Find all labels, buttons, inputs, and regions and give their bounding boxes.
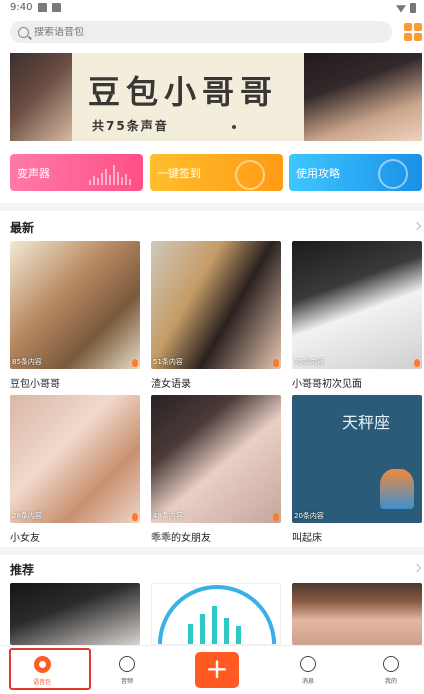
usage-guide-label: 使用攻略 bbox=[296, 166, 340, 180]
flame-icon bbox=[273, 513, 279, 521]
flame-icon bbox=[273, 359, 279, 367]
flame-icon bbox=[132, 359, 138, 367]
app-notification-icon bbox=[52, 3, 61, 12]
wifi-icon bbox=[396, 5, 406, 13]
promo-banner[interactable]: 豆包小哥哥 共75条声音 bbox=[10, 53, 422, 141]
add-button[interactable]: + bbox=[195, 652, 239, 688]
card-title: 叫起床 bbox=[292, 533, 322, 544]
voice-pack-card[interactable] bbox=[151, 583, 281, 645]
card-thumbnail: 35条内容 bbox=[292, 241, 422, 369]
card-thumbnail: 48条内容 bbox=[151, 395, 281, 523]
voice-pack-card[interactable] bbox=[292, 583, 422, 645]
gallery-notification-icon bbox=[38, 3, 47, 12]
section-title-latest: 最新 bbox=[10, 221, 35, 235]
voice-changer-label: 变声器 bbox=[17, 166, 50, 180]
battery-icon bbox=[410, 3, 416, 13]
chevron-right-icon[interactable] bbox=[412, 563, 422, 573]
banner-subtitle: 共75条声音 bbox=[92, 119, 169, 133]
voice-changer-button[interactable]: 变声器 bbox=[10, 154, 143, 191]
card-thumbnail bbox=[292, 583, 422, 645]
card-count: 85条内容 bbox=[12, 358, 42, 366]
daily-sign-in-button[interactable]: 一键签到 bbox=[150, 154, 283, 191]
card-thumbnail bbox=[151, 583, 281, 645]
usage-guide-button[interactable]: 使用攻略 bbox=[289, 154, 422, 191]
status-indicators bbox=[396, 3, 416, 13]
selection-highlight bbox=[9, 648, 91, 690]
nav-profile[interactable]: 我的 bbox=[361, 646, 421, 694]
search-icon bbox=[18, 26, 29, 38]
voice-pack-card[interactable] bbox=[10, 583, 140, 645]
card-thumbnail: 85条内容 bbox=[10, 241, 140, 369]
card-count: 28条内容 bbox=[12, 512, 42, 520]
message-icon bbox=[300, 656, 316, 672]
profile-icon bbox=[383, 656, 399, 672]
card-count: 48条内容 bbox=[153, 512, 183, 520]
voice-pack-card[interactable]: 天秤座 20条内容 叫起床 bbox=[292, 395, 422, 544]
voice-pack-card[interactable]: 48条内容 乖乖的女朋友 bbox=[151, 395, 281, 544]
status-bar: 9:40 bbox=[0, 0, 424, 16]
sound-wave-logo-icon bbox=[158, 585, 276, 644]
card-title: 小哥哥初次见面 bbox=[292, 379, 362, 390]
card-title: 豆包小哥哥 bbox=[10, 379, 60, 390]
thumbnail-text: 天秤座 bbox=[342, 413, 391, 432]
card-title: 渣女语录 bbox=[151, 379, 191, 390]
card-count: 51条内容 bbox=[153, 358, 183, 366]
nav-audio-label: 音频 bbox=[120, 678, 133, 685]
category-grid-icon[interactable] bbox=[404, 23, 422, 41]
chevron-right-icon[interactable] bbox=[412, 221, 422, 231]
card-thumbnail bbox=[10, 583, 140, 645]
card-title: 乖乖的女朋友 bbox=[151, 533, 211, 544]
voice-pack-card[interactable]: 85条内容 豆包小哥哥 bbox=[10, 241, 140, 390]
nav-profile-label: 我的 bbox=[384, 678, 397, 685]
mascot-illustration bbox=[380, 469, 414, 509]
section-divider bbox=[0, 547, 424, 555]
card-count: 20条内容 bbox=[294, 512, 324, 520]
banner-title: 豆包小哥哥 bbox=[88, 73, 279, 111]
nav-messages-label: 消息 bbox=[301, 678, 314, 685]
card-thumbnail: 51条内容 bbox=[151, 241, 281, 369]
coin-icon bbox=[235, 160, 265, 190]
card-thumbnail: 28条内容 bbox=[10, 395, 140, 523]
daily-sign-in-label: 一键签到 bbox=[157, 166, 201, 180]
banner-photo-right bbox=[304, 53, 422, 141]
search-bar[interactable] bbox=[10, 21, 392, 43]
nav-messages[interactable]: 消息 bbox=[278, 646, 338, 694]
audio-icon bbox=[119, 656, 135, 672]
nav-audio[interactable]: 音频 bbox=[97, 646, 157, 694]
status-time: 9:40 bbox=[10, 2, 33, 13]
search-input[interactable] bbox=[34, 26, 334, 38]
voice-pack-card[interactable]: 35条内容 小哥哥初次见面 bbox=[292, 241, 422, 390]
voice-pack-card[interactable]: 51条内容 渣女语录 bbox=[151, 241, 281, 390]
waveform-icon bbox=[89, 165, 131, 185]
banner-page-indicator bbox=[232, 125, 236, 129]
flame-icon bbox=[414, 359, 420, 367]
flame-icon bbox=[132, 513, 138, 521]
card-count: 35条内容 bbox=[294, 358, 324, 366]
card-thumbnail: 天秤座 20条内容 bbox=[292, 395, 422, 523]
card-title: 小女友 bbox=[10, 533, 40, 544]
section-title-recommended: 推荐 bbox=[10, 563, 35, 577]
compass-icon bbox=[378, 159, 408, 189]
section-divider bbox=[0, 203, 424, 211]
banner-photo-left bbox=[10, 53, 72, 141]
voice-pack-card[interactable]: 28条内容 小女友 bbox=[10, 395, 140, 544]
